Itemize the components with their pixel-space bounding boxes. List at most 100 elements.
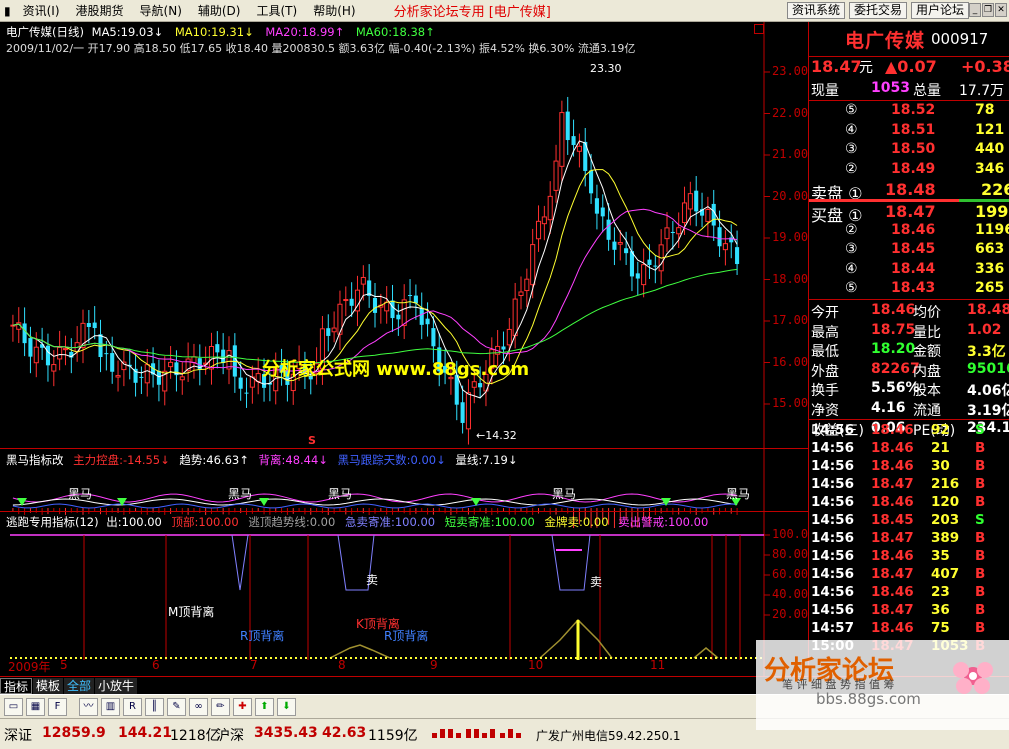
date-tick-label: 7 [250,658,258,672]
candle-body [144,364,150,384]
ask-row: ⑤ 18.52 78 [809,102,1009,121]
tick-row: 14:56 18.46 30 B [809,458,1009,476]
tick-volume: 389 [931,530,960,546]
menu-info[interactable]: 资讯(I) [15,2,68,19]
flower-logo-icon [944,646,1002,724]
tick-price: 18.47 [871,476,914,492]
close-icon[interactable]: ✕ [995,3,1007,17]
date-tick-label: 5 [60,658,68,672]
ask-level-label: ④ [845,121,858,138]
candle-body [104,353,109,355]
indicator2-axis-label: 100.0 [772,527,809,541]
tick-time: 14:56 [811,566,854,582]
ask-row: ② 18.49 346 [809,161,1009,180]
tick-volume: 92 [931,422,950,438]
sz-label: 深证 [4,728,32,744]
ask-price: 18.49 [891,160,936,177]
bid-price: 18.47 [885,202,936,221]
tick-side: S [975,422,985,438]
date-tick-label: 9 [430,658,438,672]
candle-body [343,299,349,302]
rsi-icon[interactable]: R [123,697,142,716]
forum-button[interactable]: 用户论坛 [910,2,969,19]
kline-icon[interactable]: ║ [145,697,164,716]
tick-row: 14:56 18.46 35 B [809,548,1009,566]
candle-body [612,241,617,250]
candle-body [547,195,553,221]
tick-side: B [975,458,986,474]
price-tick-label: 22.00 [772,105,809,120]
window-icon[interactable]: ▭ [4,697,23,716]
pencil-icon[interactable]: ✏ [211,697,230,716]
indicator2-axis-label: 20.00 [772,607,809,621]
price-tick-label: 23.00 [772,64,809,78]
candle-body [559,112,565,167]
up-arrow-icon[interactable]: ⬆ [255,697,274,716]
low-price-label: ←14.32 [476,429,517,442]
stat-label: 股本 [913,383,941,400]
line-chart-icon[interactable]: 〰 [79,697,98,716]
indicator1-away: 背离:48.44↓ [258,453,328,467]
candle-body [139,376,144,378]
price-tick-label: 21.00 [772,147,809,161]
bar-chart-icon[interactable]: ▥ [101,697,120,716]
f10-icon[interactable]: F [48,697,67,716]
calc-icon[interactable]: ▦ [26,697,45,716]
price-unit: 元 [859,60,873,76]
candle-body [524,278,530,292]
restore-icon[interactable]: ❐ [982,3,994,17]
price-tick-label: 16.00 [772,354,809,369]
indicator2-sell: 急卖寄准:100.00 [344,515,436,529]
minimize-icon[interactable]: _ [969,3,981,17]
menu-help[interactable]: 帮助(H) [305,2,363,19]
indicator2-chart [10,534,770,660]
candle-body [594,198,599,214]
indicator2-hump [693,647,719,659]
ask-row: 卖盘 ① 18.48 226 [809,180,1009,203]
chart-area[interactable]: 电广传媒(日线) MA5:19.03↓ MA10:19.31↓ MA20:18.… [0,22,808,676]
bid-level-label: ④ [845,260,858,277]
indicator1-heima-label: 黑马 [552,487,576,501]
stat-value: 1.02 [967,321,1002,338]
bid-volume: 663 [975,241,1005,258]
ask-price: 18.51 [891,121,936,138]
candle-body [215,344,220,353]
ask-row: ④ 18.51 121 [809,122,1009,141]
ask-volume: 440 [975,141,1005,158]
indicator1-main: 主力控盘:-14.55↓ [73,453,170,467]
tab-all[interactable]: 全部 [64,677,95,694]
candle-body [478,383,483,388]
candle-body [600,207,605,217]
indicator1-marker [259,498,269,506]
candle-body [407,295,413,297]
hs-value: 3435.43 [254,725,318,741]
tick-time: 14:56 [811,440,854,456]
tick-row: 14:56 18.47 407 B [809,566,1009,584]
tools-icon[interactable]: ✎ [167,697,186,716]
tab-xiaofangniu[interactable]: 小放牛 [95,677,138,694]
menu-tools[interactable]: 工具(T) [248,2,305,19]
note-sell-1: 卖 [366,573,379,587]
tab-template[interactable]: 模板 [33,677,64,694]
bid-price: 18.45 [891,241,936,258]
trade-button[interactable]: 委托交易 [848,2,907,19]
candle-body [541,216,547,225]
candle-body [717,227,722,247]
stat-label: 今开 [811,305,839,321]
info-system-button[interactable]: 资讯系统 [786,2,845,19]
tick-side: B [975,530,986,546]
cross-icon[interactable]: ✚ [233,697,252,716]
app-icon[interactable]: ▮ [0,4,15,18]
down-arrow-icon[interactable]: ⬇ [277,697,296,716]
tab-indicator[interactable]: 指标 [0,677,33,694]
menu-assist[interactable]: 辅助(D) [190,2,249,19]
candle-body [571,136,576,146]
ask-volume: 226 [981,180,1009,200]
menu-hk-futures[interactable]: 港股期货 [68,2,132,19]
ask-row: ③ 18.50 440 [809,141,1009,160]
link-icon[interactable]: ∞ [189,697,208,716]
menu-nav[interactable]: 导航(N) [132,2,190,19]
candle-body [647,259,652,265]
indicator1-days: 黑马跟踪天数:0.00↓ [337,453,446,467]
stat-value: 95016 [967,360,1009,377]
